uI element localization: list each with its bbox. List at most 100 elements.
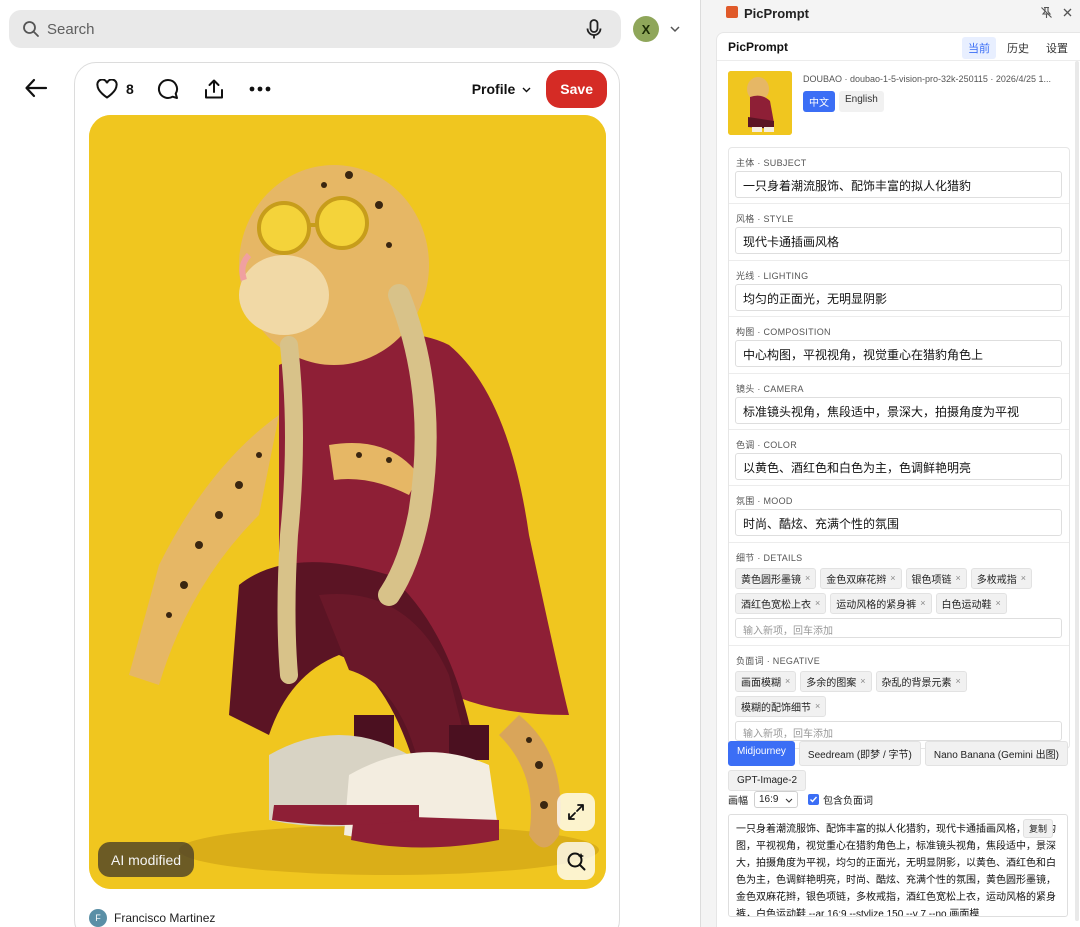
analysis-meta: DOUBAO · doubao-1-5-vision-pro-32k-25011… bbox=[728, 71, 1068, 137]
composition-textarea[interactable]: 中心构图，平视视角，视觉重心在猎豹角色上 bbox=[735, 340, 1062, 368]
app-tabs: 当前 历史 设置 bbox=[957, 37, 1074, 59]
remove-tag-icon[interactable]: × bbox=[785, 676, 790, 686]
search-input[interactable]: Search bbox=[47, 21, 583, 38]
details-tags: 黄色圆形墨镜 × 金色双麻花辫 × 银色项链 × 多枚戒指 × 酒红色宽松上衣 × 运动风… bbox=[735, 567, 1063, 618]
scrollbar[interactable] bbox=[1074, 61, 1080, 921]
detail-tag: 运动风格的紧身裤 × bbox=[830, 592, 932, 614]
output-options: 画幅 16:9 包含负面词 bbox=[728, 791, 873, 808]
model-seedream[interactable]: Seedream (即梦 / 字节) bbox=[798, 741, 921, 766]
chevron-down-icon bbox=[522, 87, 531, 92]
detail-tag: 酒红色宽松上衣 × bbox=[735, 592, 827, 614]
field-composition: 构图 · COMPOSITION 中心构图，平视视角，视觉重心在猎豹角色上 bbox=[729, 317, 1069, 374]
account-avatar[interactable]: X bbox=[633, 16, 659, 42]
lang-english-button[interactable]: English bbox=[839, 91, 884, 112]
remove-tag-icon[interactable]: × bbox=[956, 676, 961, 686]
more-options-icon[interactable] bbox=[248, 77, 272, 101]
field-details: 细节 · DETAILS 黄色圆形墨镜 × 金色双麻花辫 × 银色项链 × 多枚戒指 ×… bbox=[729, 543, 1069, 646]
include-negative-label: 包含负面词 bbox=[823, 796, 873, 807]
save-button[interactable]: Save bbox=[546, 70, 607, 108]
style-textarea[interactable]: 现代卡通插画风格 bbox=[735, 227, 1062, 255]
lens-search-icon bbox=[567, 852, 586, 871]
profile-label: Profile bbox=[471, 81, 516, 97]
checkmark-icon bbox=[810, 796, 818, 803]
tab-current[interactable]: 当前 bbox=[962, 37, 996, 59]
pin-card: 8 Profile Save AI modified F Francisco M… bbox=[74, 62, 620, 927]
app-header: PicPrompt 当前 历史 设置 bbox=[717, 33, 1080, 61]
field-lighting: 光线 · LIGHTING 均匀的正面光，无明显阴影 bbox=[729, 261, 1069, 318]
like-count: 8 bbox=[126, 81, 134, 97]
lighting-textarea[interactable]: 均匀的正面光，无明显阴影 bbox=[735, 283, 1062, 311]
include-negative-checkbox[interactable] bbox=[808, 794, 819, 805]
remove-tag-icon[interactable]: × bbox=[805, 573, 810, 583]
model-gpt-image-2[interactable]: GPT-Image-2 bbox=[728, 770, 807, 791]
detail-tag: 黄色圆形墨镜 × bbox=[735, 567, 817, 589]
chevron-down-icon[interactable] bbox=[668, 22, 682, 36]
app-brand: PicPrompt bbox=[728, 40, 789, 54]
copy-button[interactable]: 复制 bbox=[1023, 819, 1054, 838]
lang-chinese-button[interactable]: 中文 bbox=[803, 91, 835, 112]
source-thumbnail bbox=[728, 71, 792, 135]
field-label: 构图 · COMPOSITION bbox=[736, 327, 831, 338]
author-row[interactable]: F Francisco Martinez bbox=[89, 909, 215, 927]
negative-tags: 画面模糊 × 多余的图案 × 杂乱的背景元素 × 模糊的配饰细节 × bbox=[735, 670, 1063, 721]
tab-settings[interactable]: 设置 bbox=[1040, 37, 1074, 59]
subject-textarea[interactable]: 一只身着潮流服饰、配饰丰富的拟人化猎豹 bbox=[735, 171, 1062, 198]
detail-tag: 银色项链 × bbox=[905, 567, 967, 589]
comment-icon[interactable] bbox=[156, 77, 180, 101]
search-bar[interactable]: Search bbox=[9, 10, 621, 48]
camera-textarea[interactable]: 标准镜头视角，焦段适中，景深大，拍摄角度为平视 bbox=[735, 396, 1062, 424]
prompt-fields: 主体 · SUBJECT 一只身着潮流服饰、配饰丰富的拟人化猎豹 风格 · ST… bbox=[728, 147, 1070, 749]
remove-tag-icon[interactable]: × bbox=[860, 676, 865, 686]
negative-add-input[interactable]: 输入新项，回车添加 bbox=[735, 720, 1062, 741]
remove-tag-icon[interactable]: × bbox=[890, 573, 895, 583]
expand-button[interactable] bbox=[557, 793, 595, 831]
field-label: 细节 · DETAILS bbox=[736, 552, 803, 563]
panel-window-title: PicPrompt bbox=[744, 5, 810, 21]
unpin-icon[interactable] bbox=[1040, 6, 1053, 19]
chevron-down-icon bbox=[785, 798, 793, 803]
microphone-icon[interactable] bbox=[583, 18, 605, 40]
remove-tag-icon[interactable]: × bbox=[1021, 573, 1026, 583]
model-midjourney[interactable]: Midjourney bbox=[728, 741, 795, 766]
remove-tag-icon[interactable]: × bbox=[920, 598, 925, 608]
negative-tag: 多余的图案 × bbox=[800, 670, 872, 692]
detail-tag: 金色双麻花辫 × bbox=[820, 567, 902, 589]
pin-viewer: Search X 8 Profile Save AI modified F Fr… bbox=[0, 0, 700, 927]
field-label: 风格 · STYLE bbox=[736, 214, 794, 225]
field-label: 镜头 · CAMERA bbox=[736, 383, 804, 394]
target-model-selector: Midjourney Seedream (即梦 / 字节) Nano Banan… bbox=[728, 741, 1073, 795]
mood-textarea[interactable]: 时尚、酷炫、充满个性的氛围 bbox=[735, 509, 1062, 537]
aspect-ratio-select[interactable]: 16:9 bbox=[754, 791, 798, 808]
ai-modified-badge[interactable]: AI modified bbox=[98, 842, 195, 877]
negative-tag: 模糊的配饰细节 × bbox=[735, 695, 827, 717]
heart-icon[interactable] bbox=[95, 77, 119, 101]
cheetah-illustration bbox=[89, 115, 606, 889]
field-label: 负面词 · NEGATIVE bbox=[736, 655, 821, 666]
remove-tag-icon[interactable]: × bbox=[815, 701, 820, 711]
pin-toolbar: 8 Profile Save bbox=[95, 70, 607, 108]
extension-icon bbox=[726, 6, 738, 18]
close-icon[interactable] bbox=[1061, 6, 1074, 19]
remove-tag-icon[interactable]: × bbox=[996, 598, 1001, 608]
profile-dropdown[interactable]: Profile bbox=[472, 81, 533, 97]
model-nano-banana[interactable]: Nano Banana (Gemini 出图) bbox=[924, 741, 1068, 766]
back-arrow-icon[interactable] bbox=[24, 77, 48, 99]
details-add-input[interactable]: 输入新项，回车添加 bbox=[735, 617, 1062, 638]
remove-tag-icon[interactable]: × bbox=[815, 598, 820, 608]
panel-titlebar: PicPrompt bbox=[701, 0, 1080, 26]
tab-history[interactable]: 历史 bbox=[1001, 37, 1035, 59]
field-camera: 镜头 · CAMERA 标准镜头视角，焦段适中，景深大，拍摄角度为平视 bbox=[729, 374, 1069, 430]
visual-search-button[interactable] bbox=[557, 842, 595, 880]
aspect-ratio-label: 画幅 bbox=[728, 796, 748, 807]
remove-tag-icon[interactable]: × bbox=[956, 573, 961, 583]
field-mood: 氛围 · MOOD 时尚、酷炫、充满个性的氛围 bbox=[729, 486, 1069, 543]
author-avatar: F bbox=[89, 909, 107, 927]
detail-tag: 白色运动鞋 × bbox=[935, 592, 1007, 614]
model-meta-text: DOUBAO · doubao-1-5-vision-pro-32k-25011… bbox=[803, 74, 1051, 84]
field-subject: 主体 · SUBJECT 一只身着潮流服饰、配饰丰富的拟人化猎豹 bbox=[729, 148, 1069, 205]
generated-prompt-output[interactable]: 一只身着潮流服饰、配饰丰富的拟人化猎豹，现代卡通插画风格，中心构图，平视视角，视… bbox=[728, 814, 1068, 917]
pin-image[interactable]: AI modified bbox=[89, 115, 606, 889]
share-icon[interactable] bbox=[202, 77, 226, 101]
field-negative: 负面词 · NEGATIVE 画面模糊 × 多余的图案 × 杂乱的背景元素 × 模糊的… bbox=[729, 646, 1069, 741]
color-textarea[interactable]: 以黄色、酒红色和白色为主，色调鲜艳明亮 bbox=[735, 452, 1062, 480]
